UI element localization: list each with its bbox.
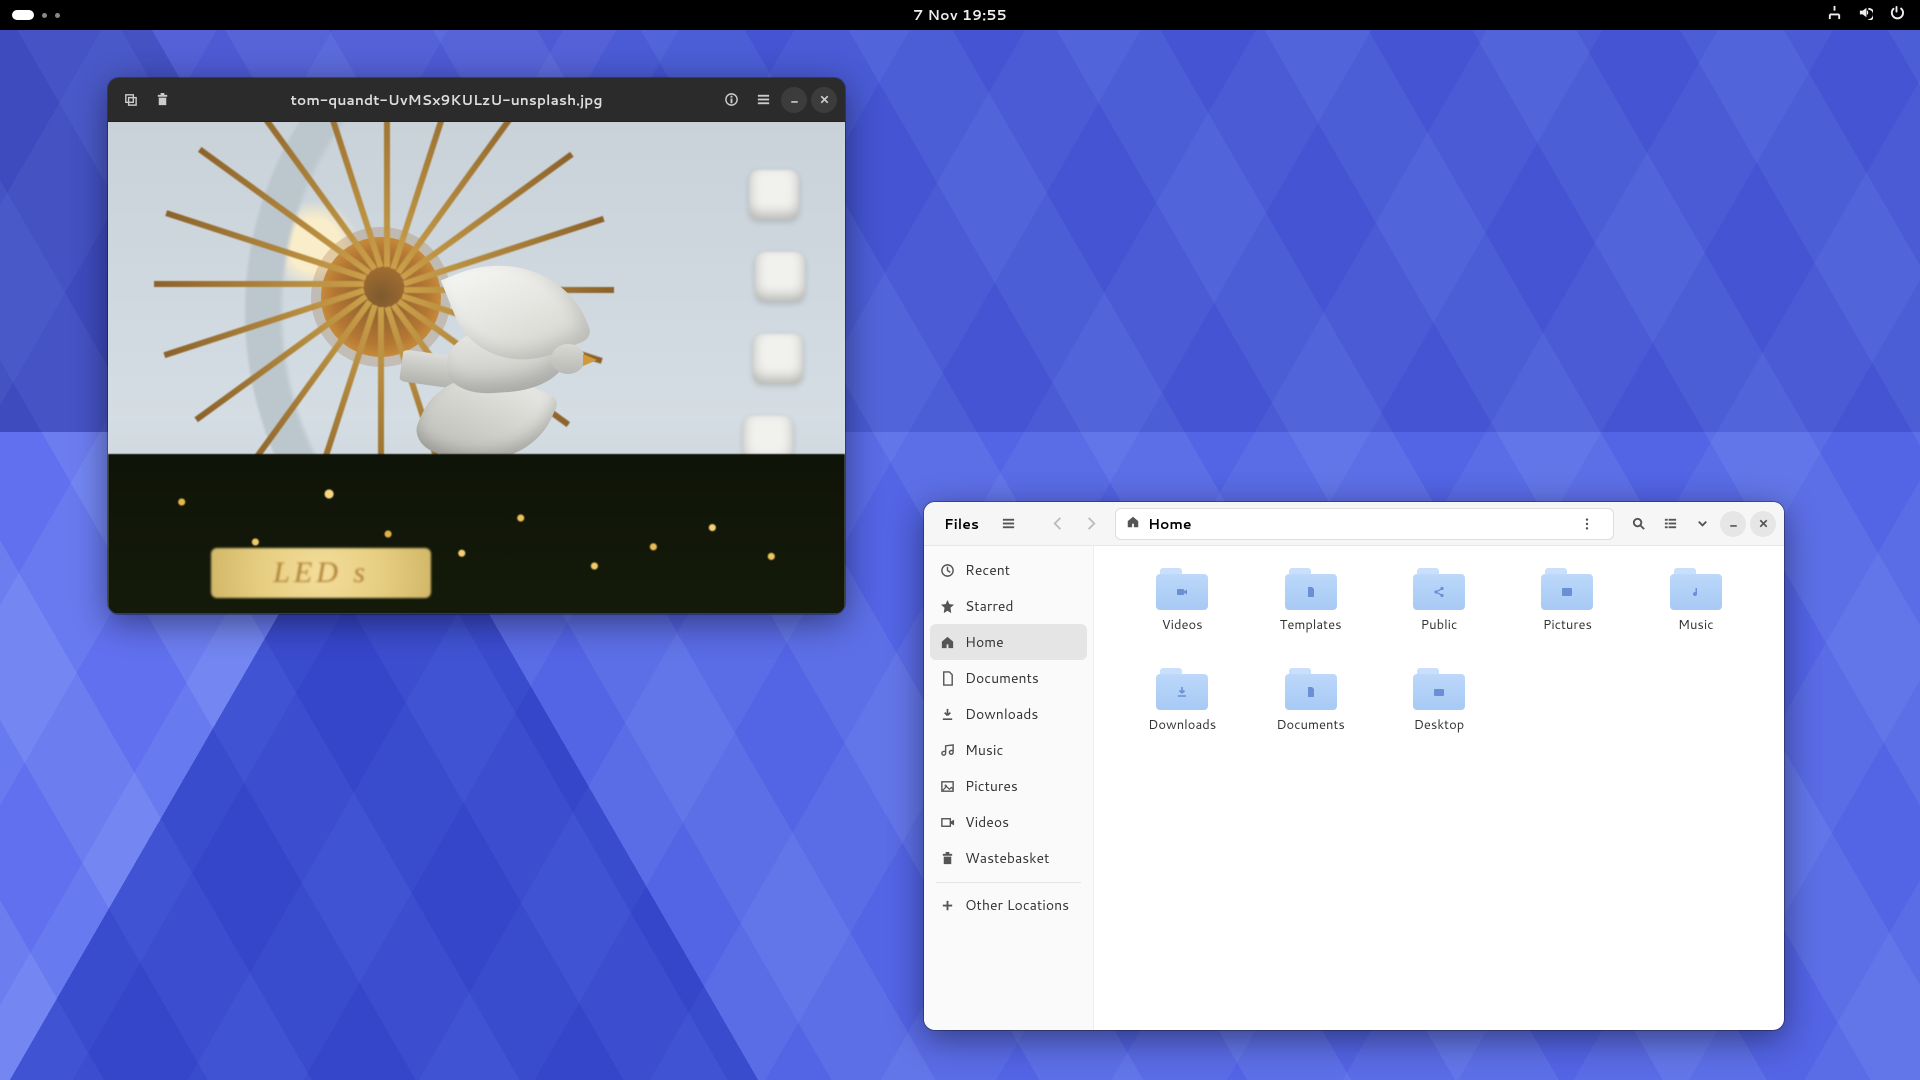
volume-icon[interactable] bbox=[1858, 5, 1873, 25]
folder-public[interactable]: Public bbox=[1379, 568, 1499, 668]
files-close-button[interactable] bbox=[1750, 511, 1776, 537]
path-bar[interactable]: Home bbox=[1115, 508, 1614, 540]
files-headerbar: Files Home bbox=[924, 502, 1784, 546]
search-button[interactable] bbox=[1624, 510, 1652, 538]
documents-icon bbox=[940, 671, 955, 686]
folder-label: Desktop bbox=[1414, 716, 1465, 734]
folder-icon bbox=[1413, 568, 1465, 610]
sidebar-item-label: Downloads bbox=[965, 704, 1038, 724]
files-minimize-button[interactable] bbox=[1720, 511, 1746, 537]
folder-label: Templates bbox=[1280, 616, 1342, 634]
sign-text: LED s bbox=[211, 548, 431, 598]
path-label: Home bbox=[1148, 514, 1192, 534]
sidebar-divider bbox=[936, 882, 1081, 883]
folder-icon bbox=[1413, 668, 1465, 710]
folder-label: Public bbox=[1421, 616, 1458, 634]
folder-icon bbox=[1156, 568, 1208, 610]
copy-button[interactable] bbox=[116, 86, 144, 114]
power-icon[interactable] bbox=[1889, 5, 1904, 25]
minimize-button[interactable] bbox=[781, 87, 807, 113]
image-viewer-headerbar: tom-quandt-UvMSx9KULzU-unsplash.jpg bbox=[108, 78, 845, 122]
image-viewer-title: tom-quandt-UvMSx9KULzU-unsplash.jpg bbox=[180, 90, 713, 110]
sidebar-item-label: Pictures bbox=[965, 776, 1018, 796]
hamburger-menu-button[interactable] bbox=[749, 86, 777, 114]
gnome-top-bar: 7 Nov 19:55 bbox=[0, 0, 1920, 30]
sidebar-item-documents[interactable]: Documents bbox=[930, 660, 1087, 696]
trash-icon bbox=[940, 851, 955, 866]
sidebar-item-label: Documents bbox=[965, 668, 1039, 688]
starred-icon bbox=[940, 599, 955, 614]
folder-pictures[interactable]: Pictures bbox=[1507, 568, 1627, 668]
workspace-dot-1[interactable] bbox=[42, 13, 47, 18]
folder-desktop[interactable]: Desktop bbox=[1379, 668, 1499, 768]
folder-label: Downloads bbox=[1148, 716, 1216, 734]
sidebar-item-label: Other Locations bbox=[965, 895, 1069, 915]
downloads-icon bbox=[940, 707, 955, 722]
sidebar-item-label: Wastebasket bbox=[965, 848, 1049, 868]
files-grid[interactable]: Videos Templates Public Pictures Music Downlo… bbox=[1094, 546, 1784, 1030]
folder-label: Videos bbox=[1162, 616, 1203, 634]
sidebar-item-home[interactable]: Home bbox=[930, 624, 1087, 660]
view-list-button[interactable] bbox=[1656, 510, 1684, 538]
sidebar-item-recent[interactable]: Recent bbox=[930, 552, 1087, 588]
image-viewer-window: tom-quandt-UvMSx9KULzU-unsplash.jpg LED … bbox=[108, 78, 845, 614]
folder-icon bbox=[1285, 668, 1337, 710]
sidebar-item-other-locations[interactable]: Other Locations bbox=[930, 887, 1087, 923]
sidebar-item-starred[interactable]: Starred bbox=[930, 588, 1087, 624]
sidebar-item-label: Recent bbox=[965, 560, 1010, 580]
folder-templates[interactable]: Templates bbox=[1251, 568, 1371, 668]
music-icon bbox=[940, 743, 955, 758]
forward-button[interactable] bbox=[1077, 510, 1105, 538]
folder-label: Music bbox=[1678, 616, 1714, 634]
pictures-icon bbox=[940, 779, 955, 794]
sidebar-item-label: Home bbox=[965, 632, 1004, 652]
folder-icon bbox=[1156, 668, 1208, 710]
files-window: Files Home Recent Starred Home Documents Dow… bbox=[924, 502, 1784, 1030]
close-button[interactable] bbox=[811, 87, 837, 113]
files-sidebar: Recent Starred Home Documents Downloads Music… bbox=[924, 546, 1094, 1030]
sidebar-item-label: Starred bbox=[965, 596, 1014, 616]
folder-label: Pictures bbox=[1543, 616, 1592, 634]
info-button[interactable] bbox=[717, 86, 745, 114]
sidebar-toggle-button[interactable] bbox=[995, 510, 1023, 538]
clock[interactable]: 7 Nov 19:55 bbox=[913, 5, 1007, 25]
sidebar-item-downloads[interactable]: Downloads bbox=[930, 696, 1087, 732]
back-button[interactable] bbox=[1045, 510, 1073, 538]
delete-button[interactable] bbox=[148, 86, 176, 114]
sidebar-item-videos[interactable]: Videos bbox=[930, 804, 1087, 840]
home-icon bbox=[940, 635, 955, 650]
videos-icon bbox=[940, 815, 955, 830]
view-options-button[interactable] bbox=[1688, 510, 1716, 538]
sidebar-item-pictures[interactable]: Pictures bbox=[930, 768, 1087, 804]
folder-music[interactable]: Music bbox=[1636, 568, 1756, 668]
sidebar-item-music[interactable]: Music bbox=[930, 732, 1087, 768]
folder-documents[interactable]: Documents bbox=[1251, 668, 1371, 768]
files-title: Files bbox=[932, 514, 991, 534]
workspace-dot-2[interactable] bbox=[55, 13, 60, 18]
recent-icon bbox=[940, 563, 955, 578]
sidebar-item-trash[interactable]: Wastebasket bbox=[930, 840, 1087, 876]
home-icon bbox=[1126, 512, 1140, 535]
network-icon[interactable] bbox=[1827, 5, 1842, 25]
folder-videos[interactable]: Videos bbox=[1122, 568, 1242, 668]
plus-icon bbox=[940, 898, 955, 913]
folder-icon bbox=[1285, 568, 1337, 610]
path-menu-button[interactable] bbox=[1573, 510, 1601, 538]
sidebar-item-label: Music bbox=[965, 740, 1003, 760]
folder-icon bbox=[1541, 568, 1593, 610]
image-content[interactable]: LED s bbox=[108, 122, 845, 614]
sidebar-item-label: Videos bbox=[965, 812, 1009, 832]
activities-button[interactable] bbox=[12, 10, 34, 20]
folder-label: Documents bbox=[1276, 716, 1345, 734]
folder-downloads[interactable]: Downloads bbox=[1122, 668, 1242, 768]
folder-icon bbox=[1670, 568, 1722, 610]
